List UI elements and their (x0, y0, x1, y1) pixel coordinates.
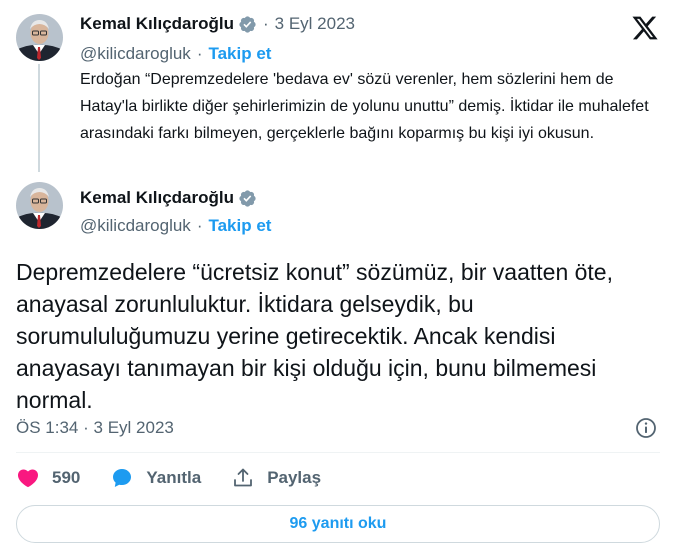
tweet-time: ÖS 1:34 (16, 418, 79, 437)
author-avatar[interactable] (16, 14, 63, 61)
author-avatar[interactable] (16, 182, 63, 229)
parent-tweet-text: Erdoğan “Depremzedelere 'bedava ev' sözü… (80, 71, 649, 142)
tweet-actions: 590 Yanıtla Paylaş (16, 466, 351, 490)
speech-bubble-icon (113, 469, 132, 487)
thread-connector-line (38, 64, 40, 172)
reply-button[interactable]: Yanıtla (110, 466, 201, 490)
verified-badge-icon (239, 189, 256, 207)
author-name[interactable]: Kemal Kılıçdaroğlu (80, 188, 234, 208)
share-label: Paylaş (267, 468, 322, 487)
parent-handle-row: @kilicdarogluk · Takip et (80, 44, 272, 64)
author-handle[interactable]: @kilicdarogluk (80, 216, 191, 236)
read-replies-button[interactable]: 96 yanıtı oku (16, 505, 660, 543)
tweet-timestamp[interactable]: ÖS 1:34 · 3 Eyl 2023 (16, 418, 174, 438)
main-handle-row: @kilicdarogluk · Takip et (80, 216, 272, 236)
author-name[interactable]: Kemal Kılıçdaroğlu (80, 14, 234, 34)
x-logo-icon[interactable] (630, 14, 660, 42)
like-button[interactable]: 590 (16, 466, 80, 490)
heart-icon (17, 469, 39, 488)
author-handle[interactable]: @kilicdarogluk (80, 44, 191, 64)
follow-button[interactable]: Takip et (208, 216, 271, 236)
reply-label: Yanıtla (146, 468, 202, 487)
like-count: 590 (52, 468, 81, 487)
info-icon[interactable] (634, 416, 658, 440)
share-button[interactable]: Paylaş (231, 466, 321, 490)
follow-button[interactable]: Takip et (208, 44, 271, 64)
share-icon (234, 468, 253, 487)
main-tweet-text: Depremzedelere “ücretsiz konut” sözümüz,… (16, 259, 613, 413)
tweet-date[interactable]: 3 Eyl 2023 (275, 14, 355, 34)
main-tweet-header: Kemal Kılıçdaroğlu (80, 188, 257, 208)
verified-badge-icon (239, 15, 256, 33)
divider (16, 452, 660, 453)
tweet-date: 3 Eyl 2023 (93, 418, 174, 437)
parent-tweet-header: Kemal Kılıçdaroğlu · 3 Eyl 2023 (80, 14, 355, 34)
